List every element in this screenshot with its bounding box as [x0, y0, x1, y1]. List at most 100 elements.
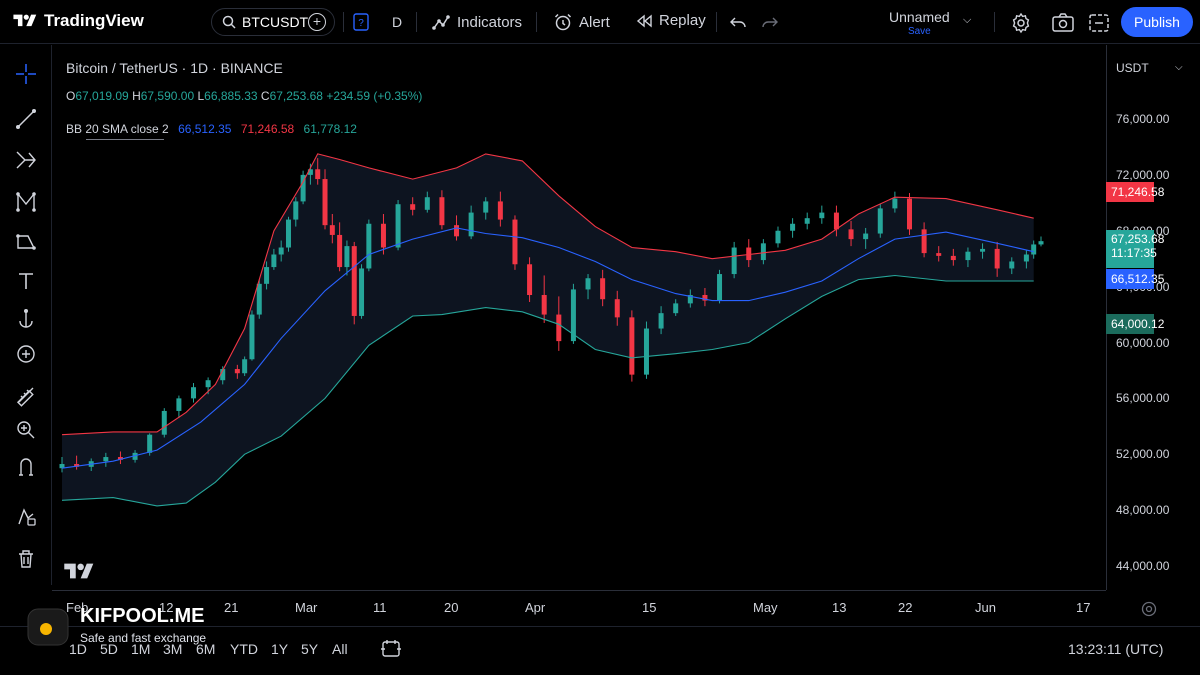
layout-name: Unnamed [889, 9, 950, 25]
candle-body [863, 233, 869, 240]
candle-body [176, 398, 182, 411]
candle-body [936, 253, 942, 256]
candle-body [848, 229, 854, 240]
gear-icon[interactable] [1010, 12, 1030, 34]
tradingview-logo[interactable]: TradingView [12, 11, 144, 31]
tradingview-logo-icon [13, 14, 37, 27]
pattern-icon[interactable] [14, 190, 38, 214]
candle-body [673, 303, 679, 314]
change-value: +234.59 (+0.35%) [326, 89, 423, 103]
candle-body [483, 201, 489, 213]
candle-body [395, 204, 401, 248]
candle-body [614, 299, 620, 318]
symbol-search[interactable]: BTCUSDT + [211, 8, 335, 36]
indicator-name: BB 20 SMA close 2 [66, 122, 169, 136]
bollinger-band-fill [62, 153, 1034, 506]
time-scale[interactable] [52, 590, 1106, 626]
publish-button[interactable]: Publish [1121, 7, 1193, 37]
layout-name-button[interactable]: Unnamed Save [889, 9, 950, 37]
close-value: 67,253.68 [269, 89, 323, 103]
bb-lower-value: 61,778.12 [303, 122, 357, 136]
candle-body [271, 254, 277, 268]
forecast-icon[interactable] [14, 230, 38, 254]
zoom-in-icon[interactable] [14, 418, 38, 442]
price-tick-label: 76,000.00 [1116, 112, 1170, 126]
candle-body [643, 328, 649, 375]
icons-tool-icon[interactable] [14, 307, 38, 331]
candle-body [359, 268, 365, 316]
candle-body [293, 201, 299, 220]
time-tick-label: Mar [295, 600, 318, 615]
candle-body [161, 410, 167, 435]
svg-text:?: ? [358, 18, 364, 29]
open-label: O [66, 89, 76, 103]
range-button-1y[interactable]: 1Y [271, 641, 288, 657]
price-tick-label: 48,000.00 [1116, 503, 1170, 518]
candle-body [921, 229, 927, 254]
candle-body [512, 219, 518, 265]
compare-symbol-icon[interactable]: + [308, 13, 326, 31]
rewind-icon [636, 14, 652, 27]
currency-selector[interactable]: USDT [1116, 61, 1149, 75]
time-tick-label: 21 [224, 600, 239, 615]
utc-clock[interactable]: 13:23:11 (UTC) [1068, 641, 1163, 657]
range-button-all[interactable]: All [332, 641, 348, 657]
candle-body [980, 248, 986, 252]
candle-body [585, 278, 591, 290]
undo-icon[interactable] [729, 13, 749, 33]
bb-basis-value: 66,512.35 [178, 122, 232, 136]
price-tick-label: 52,000.00 [1116, 447, 1170, 462]
text-tool-icon[interactable] [14, 269, 38, 293]
trend-line-icon[interactable] [14, 107, 38, 131]
candle-body [994, 248, 1000, 269]
date-range-icon[interactable] [380, 639, 402, 659]
search-icon [222, 15, 236, 29]
lock-drawings-icon[interactable] [14, 504, 38, 528]
divider [716, 12, 717, 32]
candle-body [454, 225, 460, 237]
replay-button[interactable]: Replay [635, 12, 706, 29]
chevron-down-icon[interactable]: ⌵ [1175, 62, 1183, 73]
candle-body [965, 251, 971, 261]
magnet-icon[interactable] [14, 455, 38, 479]
indicator-underline [86, 139, 164, 140]
camera-icon[interactable] [1051, 12, 1074, 32]
candle-body [380, 223, 386, 248]
ruler-icon[interactable] [14, 383, 38, 407]
indicators-label: Indicators [457, 13, 523, 31]
candle-body [1023, 254, 1029, 262]
candle-body [527, 264, 533, 296]
candle-body [1031, 244, 1037, 255]
fullscreen-icon[interactable] [1088, 12, 1109, 32]
candle-body [285, 219, 291, 248]
candle-body [775, 230, 781, 244]
fib-retracement-icon[interactable] [14, 148, 38, 172]
interval-button[interactable]: D [392, 14, 402, 30]
candle-body [439, 197, 445, 226]
range-button-5y[interactable]: 5Y [301, 641, 318, 657]
indicators-button[interactable]: Indicators [431, 12, 522, 32]
last-price-tag: 67,253.68 11:17:35 [1106, 230, 1164, 268]
price-tick-label: 60,000.00 [1116, 335, 1170, 350]
low-value: 66,885.33 [204, 89, 258, 103]
candle-body [717, 274, 723, 301]
indicators-icon [432, 15, 450, 30]
scale-settings-icon[interactable] [1140, 600, 1158, 618]
range-button-ytd[interactable]: YTD [230, 641, 258, 657]
chart-legend-title: Bitcoin / TetherUS · 1D · BINANCE [66, 60, 283, 76]
time-tick-label: 17 [1076, 600, 1091, 615]
time-tick-label: 15 [642, 600, 657, 615]
candle-body [819, 212, 825, 219]
chevron-down-icon[interactable]: ⌵ [963, 14, 971, 27]
close-label: C [260, 89, 270, 103]
indicator-legend[interactable]: BB 20 SMA close 2 66,512.35 71,246.58 61… [66, 122, 357, 136]
trash-icon[interactable] [14, 547, 38, 571]
add-circle-icon[interactable] [14, 342, 38, 366]
alert-button[interactable]: Alert [553, 12, 610, 32]
redo-icon[interactable] [761, 13, 781, 33]
candle-body [315, 169, 321, 180]
crosshair-icon[interactable] [14, 62, 38, 86]
divider [343, 12, 344, 32]
upper-band-price-tag: 71,246.58 [1106, 182, 1164, 202]
interval-help-icon[interactable]: ? [353, 13, 373, 33]
